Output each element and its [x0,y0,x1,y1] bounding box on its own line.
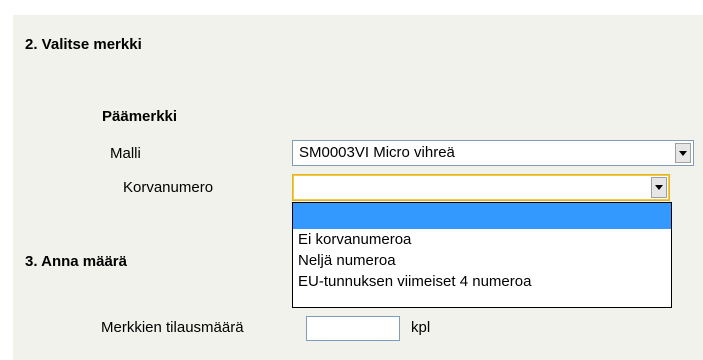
chevron-down-icon[interactable] [675,143,691,163]
quantity-input[interactable] [306,316,400,341]
quantity-label: Merkkien tilausmäärä [101,319,244,336]
model-label: Malli [110,145,141,162]
chevron-down-icon[interactable] [651,177,667,198]
section-3-title: 3. Anna määrä [25,253,127,270]
section-2-title: 2. Valitse merkki [25,36,142,53]
model-select-value: SM0003VI Micro vihreä [299,144,455,161]
main-mark-subtitle: Päämerkki [102,108,178,125]
ear-number-select[interactable] [292,174,670,201]
ear-number-option-eu-last-four[interactable]: EU-tunnuksen viimeiset 4 numeroa [293,271,671,292]
ear-number-option-empty[interactable] [293,203,671,229]
quantity-unit: kpl [411,319,431,336]
ear-number-option-four-digits[interactable]: Neljä numeroa [293,250,671,271]
ear-number-label: Korvanumero [123,179,214,196]
ear-number-options-list: Ei korvanumeroa Neljä numeroa EU-tunnuks… [292,202,672,308]
model-select[interactable]: SM0003VI Micro vihreä [292,140,694,166]
ear-number-option-none[interactable]: Ei korvanumeroa [293,229,671,250]
